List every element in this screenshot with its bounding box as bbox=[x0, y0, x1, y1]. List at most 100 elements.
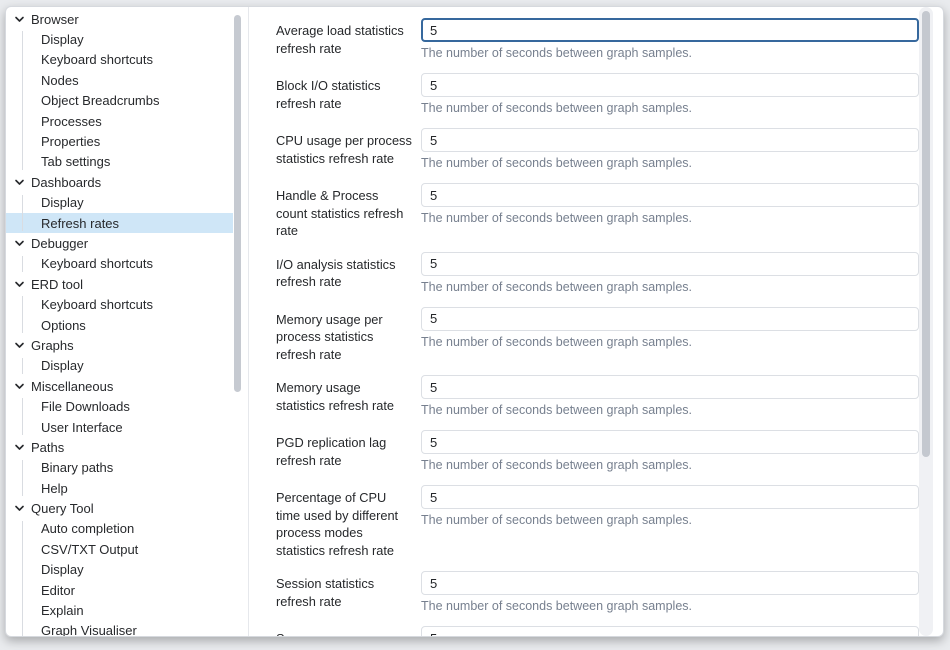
tree-group-label: Debugger bbox=[31, 236, 88, 251]
refresh-rate-input[interactable] bbox=[421, 571, 919, 595]
tree-child-item[interactable]: Display bbox=[6, 560, 233, 580]
tree-child-item[interactable]: Display bbox=[6, 193, 233, 213]
tree-child-item[interactable]: Editor bbox=[6, 580, 233, 600]
tree-child-item[interactable]: Help bbox=[6, 478, 233, 498]
tree-child-label: Display bbox=[41, 358, 84, 373]
tree-child-label: Display bbox=[41, 32, 84, 47]
tree-child-label: User Interface bbox=[41, 420, 123, 435]
tree-child-item[interactable]: CSV/TXT Output bbox=[6, 539, 233, 559]
preference-help-text: The number of seconds between graph samp… bbox=[421, 512, 919, 528]
tree-child-label: Help bbox=[41, 481, 68, 496]
refresh-rate-input[interactable] bbox=[421, 307, 919, 331]
tree-group-item[interactable]: Paths bbox=[6, 437, 233, 457]
tree-group-item[interactable]: Browser bbox=[6, 9, 233, 29]
tree-child-item[interactable]: File Downloads bbox=[6, 396, 233, 416]
chevron-down-icon bbox=[14, 238, 25, 249]
tree-group-item[interactable]: Query Tool bbox=[6, 498, 233, 518]
tree-child-label: Properties bbox=[41, 134, 100, 149]
tree-child-item[interactable]: Properties bbox=[6, 131, 233, 151]
tree-child-item[interactable]: Tab settings bbox=[6, 152, 233, 172]
chevron-down-icon bbox=[14, 381, 25, 392]
preference-field: The number of seconds between graph samp… bbox=[421, 73, 919, 116]
tree-group: Graphs Display bbox=[6, 335, 233, 376]
chevron-down-icon bbox=[14, 177, 25, 188]
tree-child-label: Nodes bbox=[41, 73, 79, 88]
refresh-rate-input[interactable] bbox=[421, 626, 919, 636]
tree-group: Query Tool Auto completion CSV/TXT Outpu… bbox=[6, 498, 233, 636]
tree-child-item[interactable]: Binary paths bbox=[6, 458, 233, 478]
preference-field: The number of seconds between graph samp… bbox=[421, 307, 919, 364]
preference-label: Average load statistics refresh rate bbox=[276, 18, 421, 61]
tree-child-item[interactable]: Keyboard shortcuts bbox=[6, 254, 233, 274]
refresh-rate-input[interactable] bbox=[421, 18, 919, 42]
tree-child-item[interactable]: Explain bbox=[6, 600, 233, 620]
refresh-rate-input[interactable] bbox=[421, 485, 919, 509]
preference-label: Block I/O statistics refresh rate bbox=[276, 73, 421, 116]
tree-child-item[interactable]: Options bbox=[6, 315, 233, 335]
preference-field: The number of seconds between graph samp… bbox=[421, 430, 919, 473]
tree-child-label: Graph Visualiser bbox=[41, 623, 137, 636]
preference-label: Session statistics refresh rate bbox=[276, 571, 421, 614]
preference-field: The number of seconds between graph samp… bbox=[421, 626, 919, 636]
tree-child-item[interactable]: Processes bbox=[6, 111, 233, 131]
preference-row: Average load statistics refresh rate The… bbox=[276, 18, 919, 61]
tree-children: Keyboard shortcuts Options bbox=[6, 294, 233, 335]
tree-child-item[interactable]: Nodes bbox=[6, 70, 233, 90]
content-scrollbar[interactable] bbox=[919, 7, 933, 636]
refresh-rate-input[interactable] bbox=[421, 430, 919, 454]
chevron-down-icon bbox=[14, 442, 25, 453]
refresh-rate-input[interactable] bbox=[421, 73, 919, 97]
tree-children: Display Keyboard shortcuts Nodes Object … bbox=[6, 29, 233, 172]
preference-row: Percentage of CPU time used by different… bbox=[276, 485, 919, 559]
tree-group-item[interactable]: Graphs bbox=[6, 335, 233, 355]
preference-help-text: The number of seconds between graph samp… bbox=[421, 402, 919, 418]
preference-field: The number of seconds between graph samp… bbox=[421, 252, 919, 295]
preference-field: The number of seconds between graph samp… bbox=[421, 183, 919, 240]
preference-row: Memory usage statistics refresh rate The… bbox=[276, 375, 919, 418]
tree-group-item[interactable]: Dashboards bbox=[6, 172, 233, 192]
tree-child-item[interactable]: User Interface bbox=[6, 417, 233, 437]
tree-group-label: Dashboards bbox=[31, 175, 101, 190]
tree-group: Miscellaneous File Downloads User Interf… bbox=[6, 376, 233, 437]
preference-help-text: The number of seconds between graph samp… bbox=[421, 598, 919, 614]
preference-row: Memory usage per process statistics refr… bbox=[276, 307, 919, 364]
refresh-rate-input[interactable] bbox=[421, 183, 919, 207]
preference-label: Swap memory usage statistics refresh rat… bbox=[276, 626, 421, 636]
preference-field: The number of seconds between graph samp… bbox=[421, 128, 919, 171]
tree-child-item[interactable]: Display bbox=[6, 356, 233, 376]
tree-child-item[interactable]: Display bbox=[6, 29, 233, 49]
tree-children: Display bbox=[6, 356, 233, 376]
tree-group: Paths Binary paths Help bbox=[6, 437, 233, 498]
preference-row: CPU usage per process statistics refresh… bbox=[276, 128, 919, 171]
tree-child-item[interactable]: Object Breadcrumbs bbox=[6, 91, 233, 111]
tree-group-item[interactable]: ERD tool bbox=[6, 274, 233, 294]
tree-child-item[interactable]: Keyboard shortcuts bbox=[6, 294, 233, 314]
tree-child-item[interactable]: Graph Visualiser bbox=[6, 621, 233, 636]
tree-group: Browser Display Keyboard shortcuts Nodes… bbox=[6, 9, 233, 172]
refresh-rate-input[interactable] bbox=[421, 252, 919, 276]
sidebar-scrollbar-thumb[interactable] bbox=[234, 15, 241, 392]
tree-child-item[interactable]: Auto completion bbox=[6, 519, 233, 539]
tree-group-item[interactable]: Debugger bbox=[6, 233, 233, 253]
preference-label: CPU usage per process statistics refresh… bbox=[276, 128, 421, 171]
preference-help-text: The number of seconds between graph samp… bbox=[421, 155, 919, 171]
tree-child-item[interactable]: Keyboard shortcuts bbox=[6, 50, 233, 70]
preference-row: Session statistics refresh rate The numb… bbox=[276, 571, 919, 614]
refresh-rate-input[interactable] bbox=[421, 128, 919, 152]
chevron-down-icon bbox=[14, 340, 25, 351]
preferences-tree: Browser Display Keyboard shortcuts Nodes… bbox=[6, 9, 233, 636]
tree-group-item[interactable]: Miscellaneous bbox=[6, 376, 233, 396]
preference-row: PGD replication lag refresh rate The num… bbox=[276, 430, 919, 473]
tree-children: Keyboard shortcuts bbox=[6, 254, 233, 274]
preference-label: Handle & Process count statistics refres… bbox=[276, 183, 421, 240]
preference-row: Swap memory usage statistics refresh rat… bbox=[276, 626, 919, 636]
tree-child-label: Processes bbox=[41, 114, 102, 129]
tree-group-label: Browser bbox=[31, 12, 79, 27]
content-scrollbar-thumb[interactable] bbox=[922, 11, 930, 457]
preferences-content: Average load statistics refresh rate The… bbox=[249, 7, 943, 636]
preference-help-text: The number of seconds between graph samp… bbox=[421, 100, 919, 116]
tree-child-item[interactable]: Refresh rates bbox=[6, 213, 233, 233]
preference-row: I/O analysis statistics refresh rate The… bbox=[276, 252, 919, 295]
tree-children: Binary paths Help bbox=[6, 458, 233, 499]
refresh-rate-input[interactable] bbox=[421, 375, 919, 399]
